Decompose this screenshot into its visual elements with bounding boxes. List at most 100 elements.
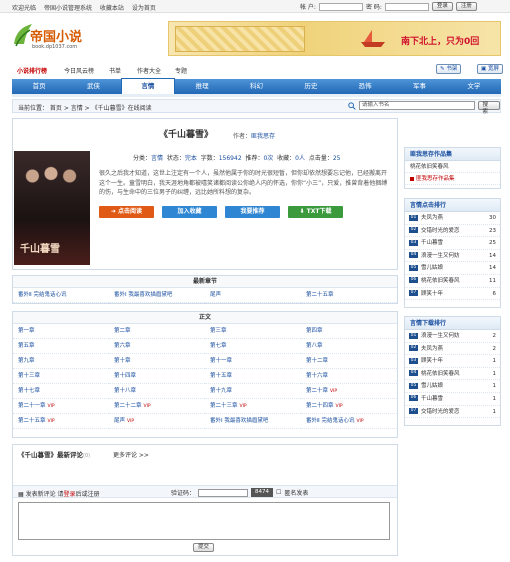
author-link[interactable]: 匪我思存 bbox=[251, 133, 275, 140]
download-rank-item[interactable]: 06 千山暮雪 1 bbox=[405, 393, 500, 406]
bookshelf-button[interactable]: ✎ 书架 bbox=[436, 64, 462, 74]
chapter-link[interactable]: 番外Ⅱ 完结鬼话心讯 VIP bbox=[301, 414, 397, 429]
ad-banner[interactable]: 南下北上，只为0回 bbox=[168, 21, 501, 56]
nav-tab-0[interactable]: 首页 bbox=[12, 79, 66, 94]
search-input[interactable]: 请输入书名 bbox=[358, 101, 475, 110]
top-link-site[interactable]: 帝国小说管理系统 bbox=[44, 5, 92, 12]
author-work-item[interactable]: 桃花依旧笑春风 bbox=[405, 161, 500, 173]
chapter-title: 番外Ⅱ 完结鬼话心讯 bbox=[306, 418, 355, 424]
chapter-link[interactable]: 第五章 bbox=[13, 339, 109, 354]
chapter-link[interactable]: 第十九章 bbox=[205, 384, 301, 399]
fullscreen-button[interactable]: ▣ 宽屏 bbox=[477, 64, 503, 74]
latest-chapter-link[interactable]: 番外Ⅱ 完结鬼话心讯 bbox=[13, 288, 109, 303]
chapter-link[interactable]: 第三章 bbox=[205, 324, 301, 339]
chapter-link[interactable]: 第一章 bbox=[13, 324, 109, 339]
search-button[interactable]: 搜 索 bbox=[477, 101, 500, 115]
hot-rank-item[interactable]: 03 千山暮雪 25 bbox=[405, 237, 500, 250]
nav-tab-4[interactable]: 科幻 bbox=[229, 79, 283, 94]
chapter-link[interactable]: 第二十二章 VIP bbox=[109, 399, 205, 414]
chapter-link[interactable]: 第十五章 bbox=[205, 369, 301, 384]
chapter-link[interactable]: 番外Ⅰ 我最喜欢描眉黛吧 bbox=[205, 414, 301, 429]
txt-download-button[interactable]: ⬇ TXT下载 bbox=[288, 206, 343, 218]
subnav-rank[interactable]: 小说排行榜 bbox=[17, 66, 47, 75]
latest-chapter-link[interactable]: 尾声 bbox=[205, 288, 301, 303]
chapter-link[interactable]: 第十一章 bbox=[205, 354, 301, 369]
comment-textarea[interactable] bbox=[18, 502, 390, 540]
hot-rank-box: 言情点击排行 01 夫凤为燕 30 02 交错时光的爱恋 23 03 千山暮雪 25 04 浪漫一生… bbox=[404, 198, 501, 308]
author-work-item[interactable]: 匪我思存作品集 bbox=[405, 173, 500, 185]
download-rank-item[interactable]: 03 顾笑十年 1 bbox=[405, 355, 500, 368]
download-rank-item[interactable]: 07 交错时光的爱恋 1 bbox=[405, 406, 500, 419]
nav-tab-6[interactable]: 恐怖 bbox=[338, 79, 392, 94]
nav-tab-8[interactable]: 文学 bbox=[447, 79, 501, 94]
chapter-link[interactable]: 第二十三章 VIP bbox=[205, 399, 301, 414]
hot-rank-item[interactable]: 01 夫凤为燕 30 bbox=[405, 212, 500, 225]
rank-title: 桃花依旧笑春风 bbox=[421, 370, 460, 377]
chapter-link[interactable]: 尾声 VIP bbox=[109, 414, 205, 429]
subnav-topics[interactable]: 专题 bbox=[175, 66, 187, 75]
captcha-input[interactable] bbox=[198, 488, 249, 497]
hot-rank-item[interactable]: 07 顾笑十年 6 bbox=[405, 288, 500, 301]
hot-rank-item[interactable]: 06 桃花依旧笑春风 11 bbox=[405, 275, 500, 288]
nav-tab-2[interactable]: 言情 bbox=[120, 78, 175, 94]
nav-tab-1[interactable]: 武侠 bbox=[66, 79, 120, 94]
more-comments-link[interactable]: 更多评论 >> bbox=[113, 450, 149, 459]
chapter-link[interactable]: 第二章 bbox=[109, 324, 205, 339]
hot-rank-item[interactable]: 02 交错时光的爱恋 23 bbox=[405, 225, 500, 238]
subnav-today[interactable]: 今日风云榜 bbox=[64, 66, 94, 75]
password-label: 密 码: bbox=[365, 4, 382, 11]
chapter-link[interactable]: 第十七章 bbox=[13, 384, 109, 399]
subnav-authors[interactable]: 作者大全 bbox=[137, 66, 161, 75]
chapter-link[interactable]: 第四章 bbox=[301, 324, 397, 339]
captcha-image[interactable]: 8474 bbox=[251, 488, 274, 497]
download-rank-item[interactable]: 02 夫凤为燕 2 bbox=[405, 343, 500, 356]
rank-title: 夫凤为燕 bbox=[421, 215, 444, 221]
nav-tab-3[interactable]: 推理 bbox=[175, 79, 229, 94]
latest-chapter-link[interactable]: 第二十五章 bbox=[301, 288, 397, 303]
login-button[interactable]: 登录 bbox=[431, 2, 453, 11]
chapter-link[interactable]: 第二十五章 VIP bbox=[13, 414, 109, 429]
chapter-link[interactable]: 第十章 bbox=[109, 354, 205, 369]
recommend-button[interactable]: 我要推荐 bbox=[225, 206, 280, 218]
site-logo[interactable]: 帝国小说 book.dp1037.com bbox=[12, 18, 92, 58]
chapter-link[interactable]: 第十三章 bbox=[13, 369, 109, 384]
submit-comment-button[interactable]: 提交 bbox=[193, 543, 215, 552]
favorite-button[interactable]: 加入收藏 bbox=[162, 206, 217, 218]
chapter-link[interactable]: 第七章 bbox=[205, 339, 301, 354]
nav-tab-7[interactable]: 军事 bbox=[392, 79, 446, 94]
chapter-link[interactable]: 第八章 bbox=[301, 339, 397, 354]
username-input[interactable] bbox=[318, 2, 363, 11]
download-rank-item[interactable]: 01 浪漫一生又何妨 2 bbox=[405, 330, 500, 343]
hot-rank-item[interactable]: 05 雪儿姑娘 14 bbox=[405, 262, 500, 275]
rank-count: 2 bbox=[492, 345, 497, 352]
nav-tab-5[interactable]: 历史 bbox=[284, 79, 338, 94]
download-rank-item[interactable]: 04 桃花依旧笑春风 1 bbox=[405, 368, 500, 381]
chapter-link[interactable]: 第六章 bbox=[109, 339, 205, 354]
chapter-link[interactable]: 第十六章 bbox=[301, 369, 397, 384]
book-cover[interactable]: 千山暮雪 bbox=[14, 151, 90, 265]
chapter-link[interactable]: 第九章 bbox=[13, 354, 109, 369]
chapter-link[interactable]: 第二十四章 VIP bbox=[301, 399, 397, 414]
password-input[interactable] bbox=[384, 2, 429, 11]
register-button[interactable]: 注册 bbox=[455, 2, 477, 11]
chapter-link[interactable]: 第十八章 bbox=[109, 384, 205, 399]
chapter-link[interactable]: 第二十一章 VIP bbox=[13, 399, 109, 414]
chapter-link[interactable]: 第十四章 bbox=[109, 369, 205, 384]
hot-rank-item[interactable]: 04 浪漫一生又何妨 14 bbox=[405, 250, 500, 263]
rank-title: 顾笑十年 bbox=[421, 290, 444, 297]
top-link-bookmark[interactable]: 收藏本站 bbox=[100, 5, 124, 12]
category-value[interactable]: 言情 bbox=[151, 155, 163, 162]
chapter-title: 第二十一章 bbox=[18, 403, 46, 409]
comments-title: 《千山暮雪》最新评论 bbox=[18, 451, 83, 459]
top-link-homepage[interactable]: 设为首页 bbox=[132, 5, 156, 12]
chapter-title: 第十七章 bbox=[18, 388, 41, 394]
rank-count: 14 bbox=[489, 265, 496, 272]
subnav-booklist[interactable]: 书单 bbox=[109, 66, 121, 75]
chapter-link[interactable]: 第十二章 bbox=[301, 354, 397, 369]
comment-login-link[interactable]: 登录 bbox=[64, 491, 76, 498]
chapter-link[interactable]: 第二十章 VIP bbox=[301, 384, 397, 399]
download-rank-item[interactable]: 05 雪儿姑娘 1 bbox=[405, 380, 500, 393]
latest-chapter-link[interactable]: 番外Ⅰ 我最喜欢描眉黛吧 bbox=[109, 288, 205, 303]
read-button[interactable]: ➜ 点击阅读 bbox=[99, 206, 154, 218]
anonymous-checkbox[interactable]: ☐ bbox=[276, 489, 281, 496]
